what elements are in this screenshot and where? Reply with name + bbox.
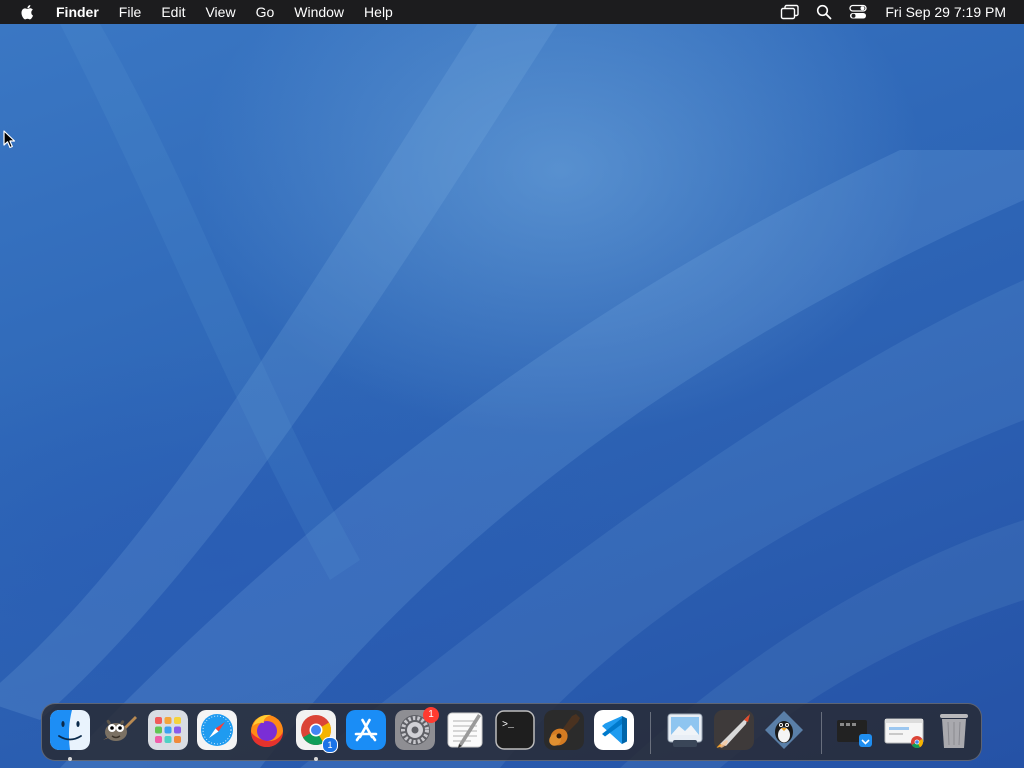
dock-stack-folder[interactable] xyxy=(835,710,875,750)
menu-view[interactable]: View xyxy=(195,0,245,24)
dock-garageband[interactable] xyxy=(544,710,584,750)
vscode-icon xyxy=(594,710,634,750)
dock-firefox[interactable] xyxy=(247,710,287,750)
terminal-icon: >_ xyxy=(495,710,535,750)
wallpaper-waves xyxy=(0,20,1024,768)
menu-help[interactable]: Help xyxy=(354,0,403,24)
folder-stack-icon xyxy=(837,720,872,747)
dock: 1 1 >_ xyxy=(41,703,982,761)
menu-app-finder[interactable]: Finder xyxy=(46,0,109,24)
running-indicator xyxy=(314,757,318,761)
dock-vscode[interactable] xyxy=(594,710,634,750)
running-indicator xyxy=(68,757,72,761)
dock-launchpad[interactable] xyxy=(148,710,188,750)
dock-safari[interactable] xyxy=(197,710,237,750)
dock-preview[interactable] xyxy=(665,710,705,750)
guitar-icon xyxy=(544,710,584,750)
dock-app-store[interactable] xyxy=(346,710,386,750)
launchpad-icon xyxy=(148,710,188,750)
textedit-icon xyxy=(447,712,483,748)
mouse-cursor-icon xyxy=(3,130,16,149)
spotlight-search-icon[interactable] xyxy=(813,2,835,22)
firefox-icon xyxy=(251,714,283,747)
safari-icon xyxy=(197,710,237,750)
menu-bar: Finder File Edit View Go Window Help Fri… xyxy=(0,0,1024,24)
dock-gimp[interactable] xyxy=(99,710,139,750)
tux-icon xyxy=(765,711,803,749)
menu-edit[interactable]: Edit xyxy=(151,0,195,24)
app-store-icon xyxy=(346,710,386,750)
dock-rocket[interactable] xyxy=(714,710,754,750)
screen-mirroring-icon[interactable] xyxy=(779,2,801,22)
dock-tux-game[interactable] xyxy=(764,710,804,750)
desktop-wallpaper[interactable] xyxy=(0,0,1024,768)
downloads-stack-icon xyxy=(884,718,924,749)
menu-go[interactable]: Go xyxy=(246,0,285,24)
terminal-prompt: >_ xyxy=(502,720,515,731)
dock-finder[interactable] xyxy=(50,710,90,750)
dock-trash[interactable] xyxy=(934,710,974,750)
control-center-icon[interactable] xyxy=(847,2,869,22)
system-settings-badge: 1 xyxy=(423,707,439,723)
dock-terminal[interactable]: >_ xyxy=(495,710,535,750)
menu-bar-clock[interactable]: Fri Sep 29 7:19 PM xyxy=(885,4,1006,20)
menu-file[interactable]: File xyxy=(109,0,152,24)
rocket-icon xyxy=(714,710,754,750)
gimp-icon xyxy=(103,716,137,741)
dock-textedit[interactable] xyxy=(445,710,485,750)
apple-menu-icon[interactable] xyxy=(17,2,37,22)
dock-divider xyxy=(821,712,822,754)
finder-icon xyxy=(50,710,90,750)
dock-divider xyxy=(650,712,651,754)
menu-window[interactable]: Window xyxy=(284,0,354,24)
preview-icon xyxy=(667,713,703,747)
dock-stack-downloads[interactable] xyxy=(884,710,924,750)
chrome-update-badge: 1 xyxy=(322,737,338,753)
trash-icon xyxy=(940,714,968,748)
